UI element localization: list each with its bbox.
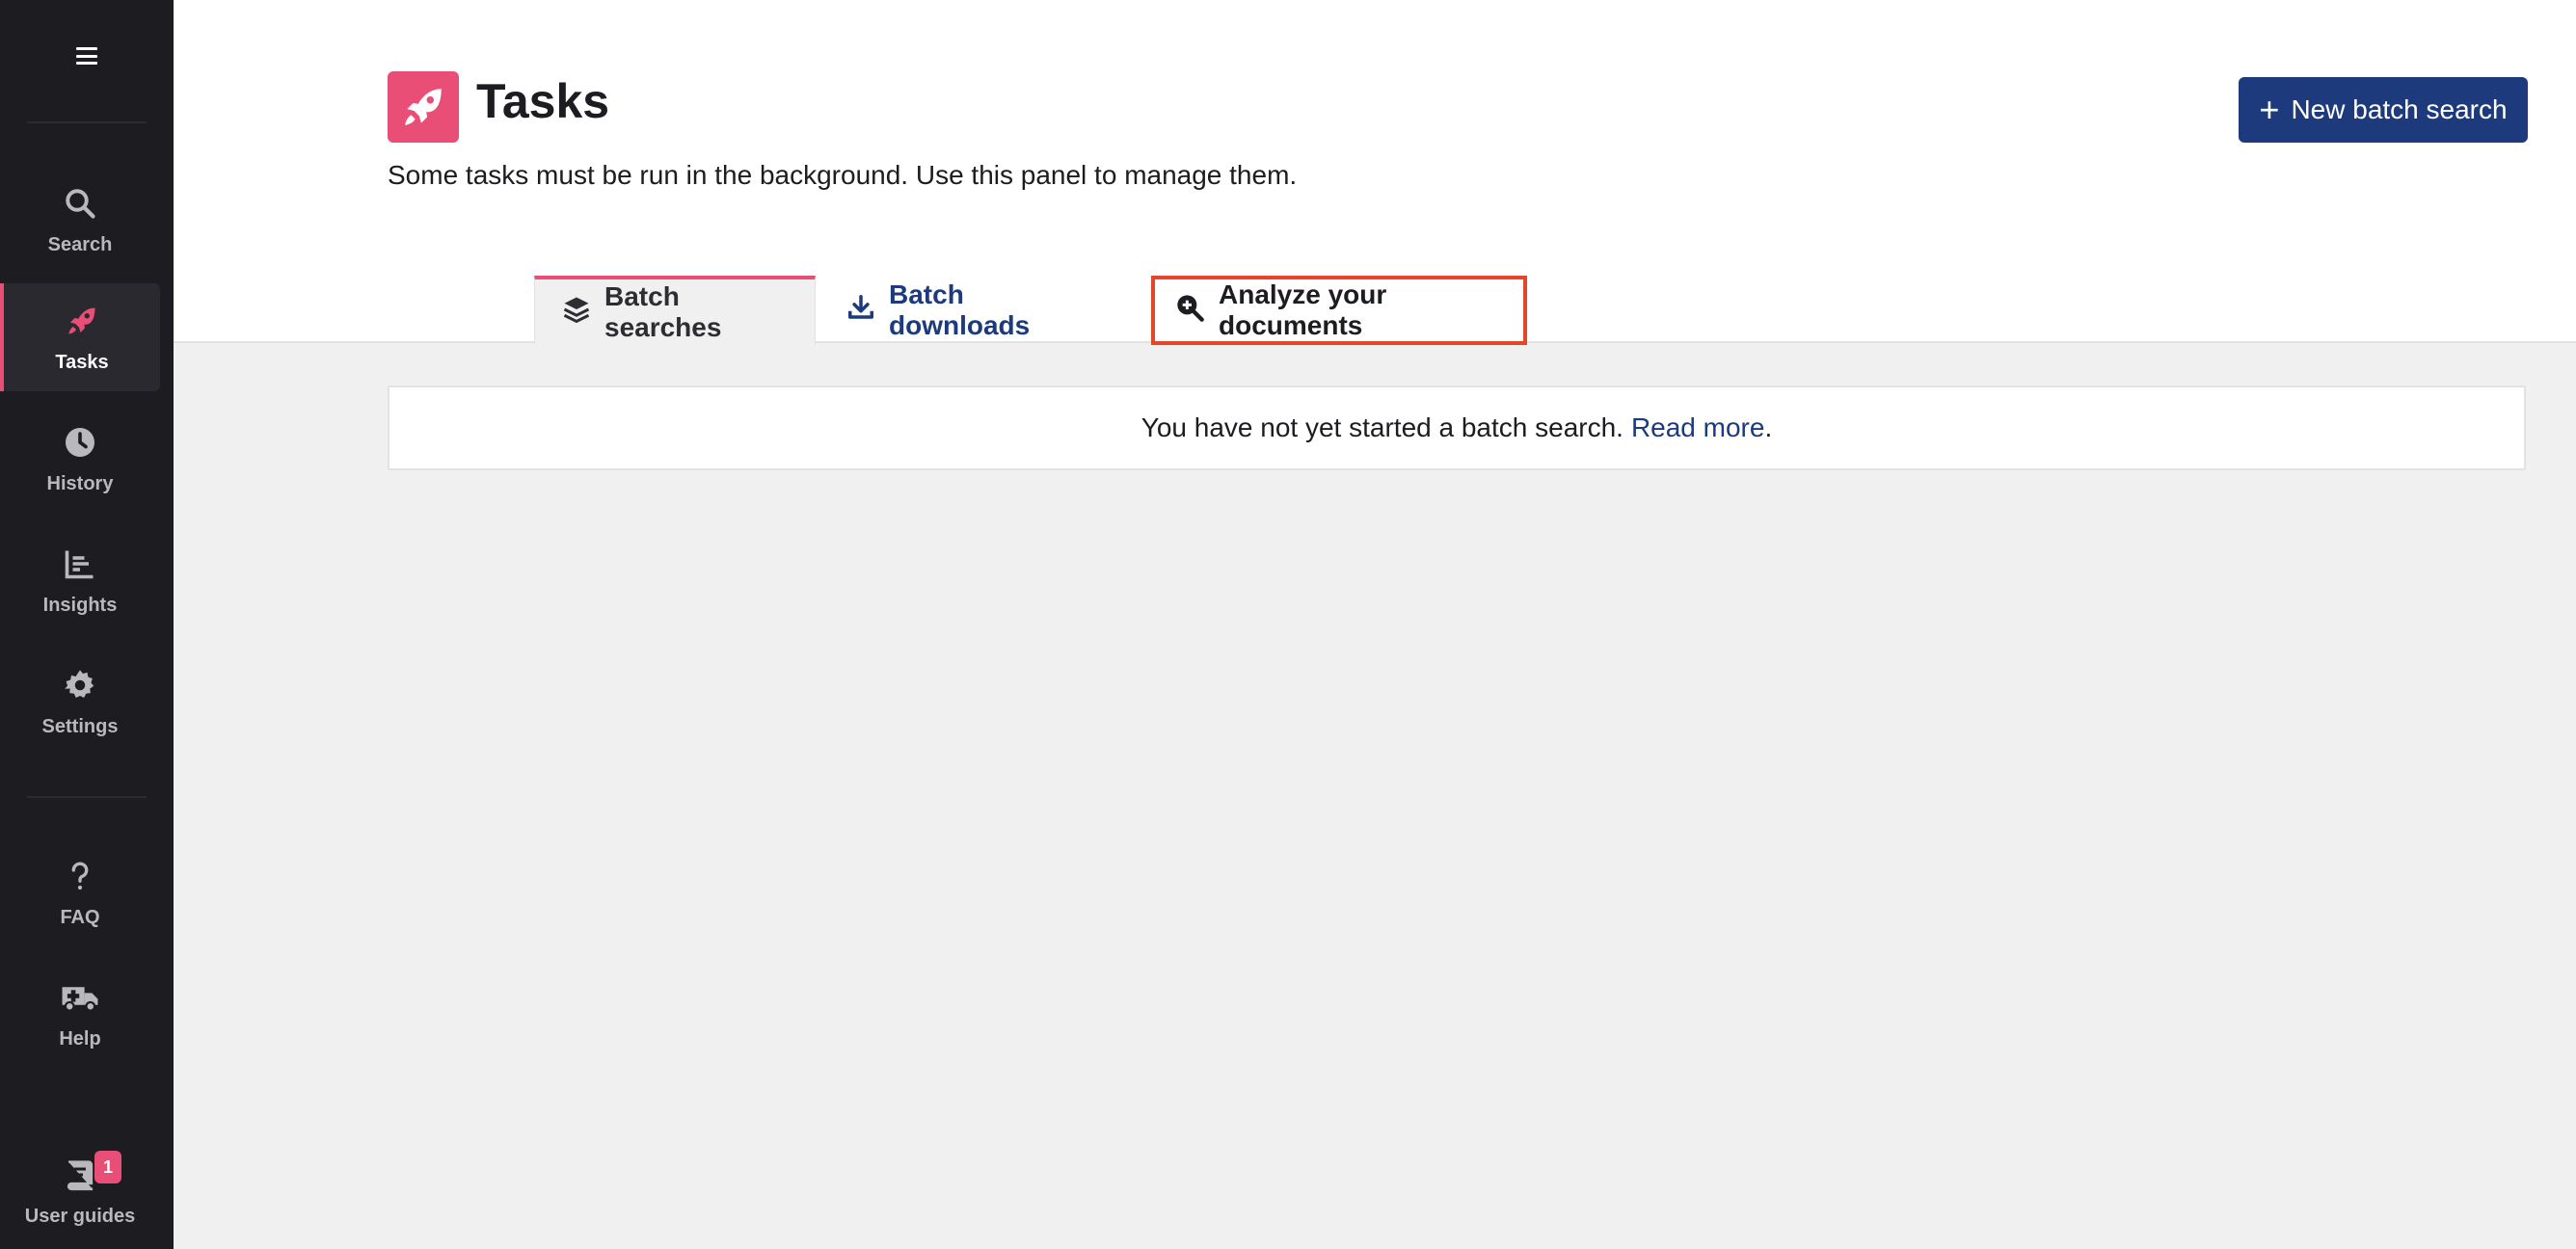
sidebar-item-insights[interactable]: Insights bbox=[0, 526, 160, 634]
notification-badge: 1 bbox=[94, 1151, 121, 1183]
sidebar-item-help[interactable]: Help bbox=[0, 960, 160, 1068]
plus-icon: + bbox=[2259, 90, 2280, 129]
sidebar-item-label: Settings bbox=[41, 715, 119, 737]
new-batch-search-label: New batch search bbox=[2291, 94, 2508, 124]
page-description: Some tasks must be run in the background… bbox=[388, 160, 1298, 190]
sidebar-divider bbox=[27, 796, 147, 798]
search-icon bbox=[61, 184, 99, 223]
clock-icon bbox=[61, 423, 99, 462]
sidebar-item-faq[interactable]: FAQ bbox=[0, 838, 160, 946]
search-plus-icon bbox=[1174, 292, 1205, 330]
empty-state-suffix: . bbox=[1764, 412, 1773, 442]
empty-state-message: You have not yet started a batch search. bbox=[1140, 412, 1623, 442]
sidebar-item-tasks[interactable]: Tasks bbox=[0, 283, 160, 391]
menu-toggle-button[interactable] bbox=[58, 39, 116, 73]
question-icon bbox=[61, 857, 99, 895]
book-icon bbox=[61, 1156, 99, 1194]
sidebar-item-settings[interactable]: Settings bbox=[0, 648, 160, 756]
app: Search Tasks History Insights Settings F… bbox=[0, 0, 2576, 1249]
sidebar-item-label: FAQ bbox=[60, 906, 100, 928]
download-icon bbox=[846, 293, 875, 329]
sidebar-item-search[interactable]: Search bbox=[0, 166, 160, 274]
sidebar-item-label: User guides bbox=[24, 1205, 136, 1227]
sidebar: Search Tasks History Insights Settings F… bbox=[0, 0, 174, 1249]
sidebar-item-user-guides[interactable]: 1 User guides bbox=[0, 1137, 160, 1245]
tab-analyze-your-documents[interactable]: Analyze your documents bbox=[1151, 276, 1527, 345]
sidebar-item-label: Tasks bbox=[55, 351, 109, 373]
rocket-icon bbox=[388, 71, 459, 143]
sidebar-item-label: Search bbox=[47, 233, 113, 255]
sidebar-item-label: Help bbox=[59, 1027, 101, 1050]
layers-icon bbox=[562, 295, 591, 331]
gear-icon bbox=[61, 666, 99, 704]
ambulance-icon bbox=[61, 978, 99, 1017]
tab-label: Analyze your documents bbox=[1219, 279, 1387, 340]
tab-batch-searches[interactable]: Batch searches bbox=[534, 276, 816, 345]
read-more-link[interactable]: Read more bbox=[1631, 412, 1765, 443]
tab-label: Batch searches bbox=[604, 281, 722, 342]
sidebar-divider bbox=[27, 121, 147, 123]
hamburger-icon bbox=[76, 47, 97, 65]
tab-label: Batch downloads bbox=[889, 279, 1031, 340]
page-header: Tasks Some tasks must be run in the back… bbox=[174, 0, 2576, 345]
page-title: Tasks bbox=[476, 74, 610, 128]
tab-batch-downloads[interactable]: Batch downloads bbox=[819, 276, 1130, 345]
chart-icon bbox=[61, 545, 99, 583]
sidebar-item-label: Insights bbox=[42, 594, 118, 616]
empty-state-panel: You have not yet started a batch search.… bbox=[388, 385, 2526, 470]
new-batch-search-button[interactable]: + New batch search bbox=[2239, 77, 2528, 143]
sidebar-item-label: History bbox=[46, 472, 114, 494]
rocket-icon bbox=[63, 302, 101, 340]
sidebar-item-history[interactable]: History bbox=[0, 405, 160, 513]
